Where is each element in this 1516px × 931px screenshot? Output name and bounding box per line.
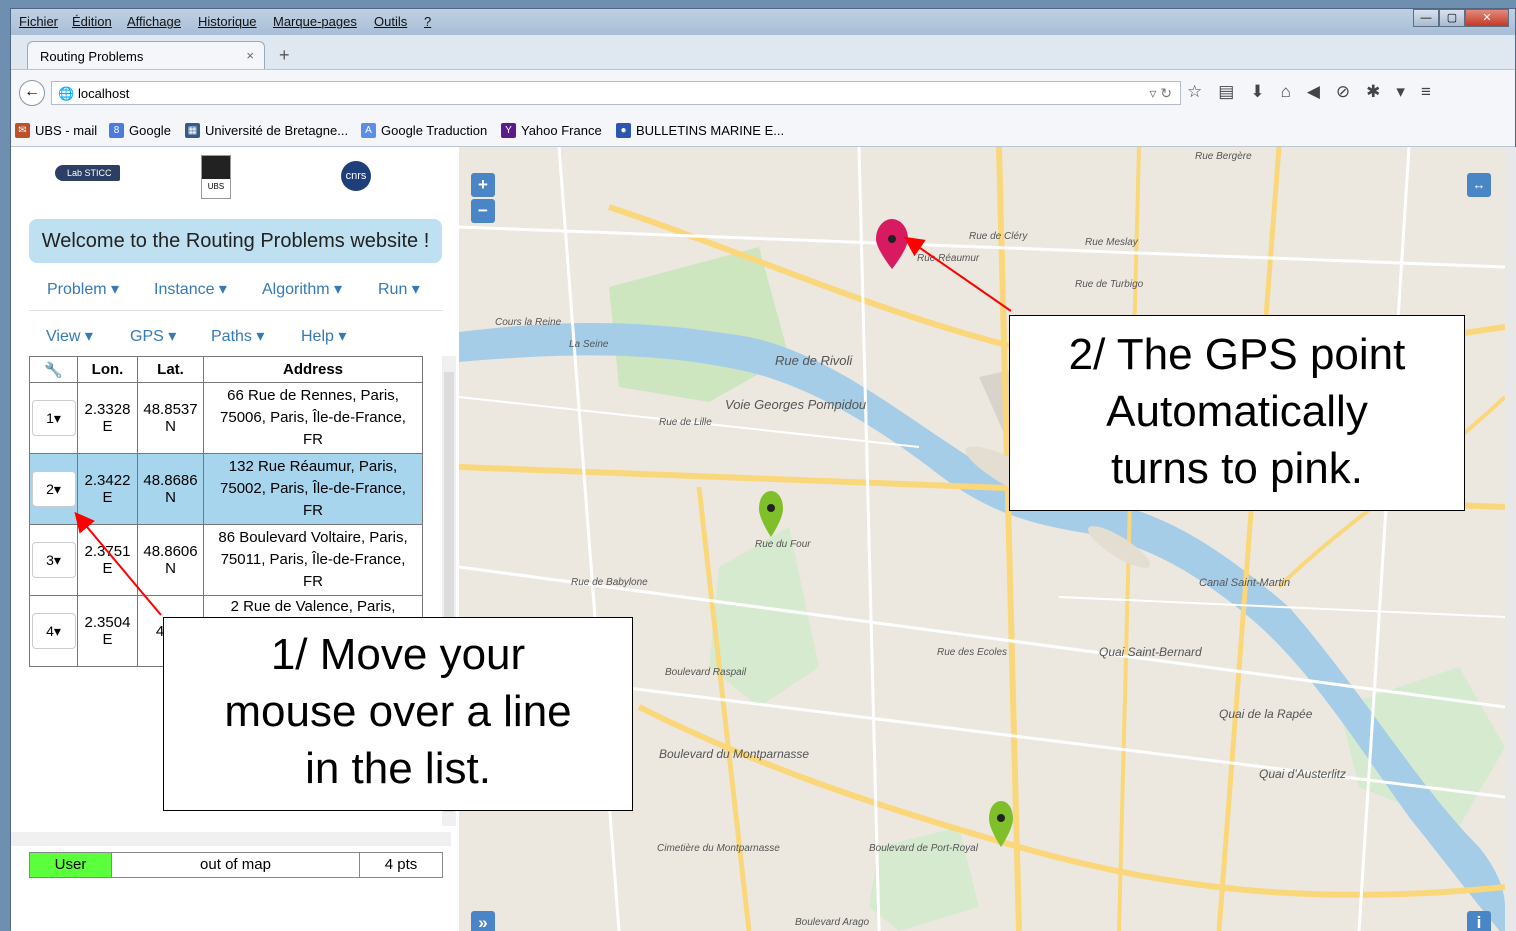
addon-icon[interactable]: ⊘ bbox=[1336, 82, 1350, 102]
row-menu-button[interactable]: 3▾ bbox=[31, 542, 76, 578]
google-icon: 8 bbox=[109, 123, 124, 138]
universite-icon: ▦ bbox=[185, 123, 200, 138]
col-address: Address bbox=[203, 356, 423, 383]
col-lat: Lat. bbox=[137, 356, 204, 383]
bookmark-universite[interactable]: ▦ Université de Bretagne... bbox=[185, 123, 348, 138]
table-row[interactable]: 3▾ 2.3751 E 48.8606 N 86 Boulevard Voltair… bbox=[29, 524, 423, 596]
dropdown-icon[interactable]: ▾ bbox=[1396, 82, 1405, 102]
address-cell: 132 Rue Réaumur, Paris, 75002, Paris, Île… bbox=[203, 453, 423, 525]
globe-icon: 🌐 bbox=[58, 86, 75, 101]
table-row-selected[interactable]: 2▾ 2.3422 E 48.8686 N 132 Rue Réaumur, Par… bbox=[29, 453, 423, 525]
labsticc-logo: Lab STICC bbox=[55, 165, 120, 181]
map-canvas bbox=[459, 147, 1505, 931]
url-text: localhost bbox=[78, 86, 130, 101]
menu-algorithm[interactable]: Algorithm ▾ bbox=[262, 279, 342, 299]
share-icon[interactable]: ◀ bbox=[1307, 82, 1320, 102]
tab-routing-problems[interactable]: Routing Problems × bbox=[27, 41, 265, 71]
hamburger-menu-icon[interactable]: ≡ bbox=[1421, 82, 1431, 102]
status-points: 4 pts bbox=[384, 856, 418, 873]
menu-outils[interactable]: Outils bbox=[374, 14, 407, 29]
table-header-row: 🔧 Lon. Lat. Address bbox=[29, 356, 423, 383]
menu-historique[interactable]: Historique bbox=[198, 14, 257, 29]
menu-view[interactable]: View ▾ bbox=[46, 326, 93, 346]
menu-help[interactable]: Help ▾ bbox=[301, 326, 346, 346]
window-controls: — ▢ ✕ bbox=[1413, 9, 1509, 27]
minimize-button[interactable]: — bbox=[1413, 9, 1439, 27]
lat-cell: 48.8686 N bbox=[137, 453, 204, 525]
map-view[interactable]: Rue Bergère Rue Réaumur Rue de Cléry Rue… bbox=[459, 147, 1505, 931]
browser-window: Fichier Édition Affichage Historique Mar… bbox=[10, 8, 1516, 931]
callout-step-two: 2/ The GPS point Automatically turns to … bbox=[1009, 315, 1465, 511]
status-user: User bbox=[30, 853, 112, 877]
expand-sidebar-icon[interactable]: » bbox=[471, 911, 495, 931]
menu-marque-pages[interactable]: Marque-pages bbox=[273, 14, 357, 29]
menu-help[interactable]: ? bbox=[424, 14, 431, 29]
table-row[interactable]: 1▾ 2.3328 E 48.8537 N 66 Rue de Rennes, Pa… bbox=[29, 382, 423, 454]
table-horizontal-scrollbar[interactable] bbox=[11, 832, 451, 846]
yahoo-icon: Y bbox=[501, 123, 516, 138]
bookmark-google-traduction[interactable]: A Google Traduction bbox=[361, 123, 487, 138]
wrench-icon: 🔧 bbox=[29, 356, 78, 383]
row-menu-button[interactable]: 4▾ bbox=[31, 613, 76, 649]
reading-list-icon[interactable]: ▤ bbox=[1218, 82, 1234, 102]
callout-step-one: 1/ Move your mouse over a line in the li… bbox=[163, 617, 633, 811]
ubs-icon: ✉ bbox=[15, 123, 30, 138]
url-bar[interactable]: 🌐 localhost ▿ ↻ bbox=[51, 81, 1181, 105]
info-icon[interactable]: i bbox=[1467, 911, 1491, 931]
zoom-out-button[interactable]: − bbox=[471, 199, 495, 223]
address-cell: 66 Rue de Rennes, Paris, 75006, Paris, Îl… bbox=[203, 382, 423, 454]
home-icon[interactable]: ⌂ bbox=[1281, 82, 1291, 102]
status-map: out of map bbox=[112, 853, 360, 877]
toolbar-icons: ☆ ▤ ⬇ ⌂ ◀ ⊘ ✱ ▾ ≡ bbox=[1187, 82, 1431, 102]
sidebar: Lab STICC UBS cnrs Welcome to the Routin… bbox=[11, 147, 459, 931]
row-menu-button[interactable]: 1▾ bbox=[31, 400, 76, 436]
status-bar: User out of map 4 pts bbox=[29, 852, 443, 878]
menu-gps[interactable]: GPS ▾ bbox=[130, 326, 176, 346]
reload-icon[interactable]: ▿ ↻ bbox=[1149, 85, 1172, 102]
menu-bar: Fichier Édition Affichage Historique Mar… bbox=[11, 9, 1515, 35]
lon-cell: 2.3328 E bbox=[77, 382, 138, 454]
bookmarks-bar: ✉ UBS - mail 8 Google ▦ Université de Breta… bbox=[11, 115, 1515, 147]
menu-divider bbox=[29, 310, 443, 311]
lat-cell: 48.8537 N bbox=[137, 382, 204, 454]
tab-close-icon[interactable]: × bbox=[246, 48, 254, 63]
row-menu-button[interactable]: 2▾ bbox=[31, 471, 76, 507]
back-arrow-icon[interactable]: ← bbox=[19, 80, 45, 106]
maximize-button[interactable]: ▢ bbox=[1439, 9, 1465, 27]
menu-edition[interactable]: Édition bbox=[72, 14, 112, 29]
menu-problem[interactable]: Problem ▾ bbox=[47, 279, 119, 299]
ubs-logo: UBS bbox=[201, 155, 231, 199]
menu-instance[interactable]: Instance ▾ bbox=[154, 279, 227, 299]
lon-cell: 2.3422 E bbox=[77, 453, 138, 525]
download-icon[interactable]: ⬇ bbox=[1250, 82, 1264, 102]
page-content: Lab STICC UBS cnrs Welcome to the Routin… bbox=[11, 147, 1516, 931]
tab-title: Routing Problems bbox=[40, 49, 144, 64]
navigation-bar: ← 🌐 localhost ▿ ↻ ☆ ▤ ⬇ ⌂ ◀ ⊘ ✱ ▾ ≡ bbox=[11, 69, 1515, 115]
new-tab-icon[interactable]: + bbox=[279, 45, 290, 66]
welcome-banner: Welcome to the Routing Problems website … bbox=[29, 219, 442, 263]
bookmark-yahoo[interactable]: Y Yahoo France bbox=[501, 123, 602, 138]
menu-paths[interactable]: Paths ▾ bbox=[211, 326, 264, 346]
tab-bar: Routing Problems × + bbox=[11, 35, 1515, 71]
lat-cell: 48.8606 N bbox=[137, 524, 204, 596]
expand-icon[interactable]: ↔ bbox=[1467, 173, 1491, 197]
col-lon: Lon. bbox=[77, 356, 138, 383]
page-scrollbar[interactable] bbox=[1505, 147, 1516, 931]
bulletins-icon: ● bbox=[616, 123, 631, 138]
cnrs-logo: cnrs bbox=[341, 161, 371, 191]
star-icon[interactable]: ☆ bbox=[1187, 82, 1202, 102]
bookmark-google[interactable]: 8 Google bbox=[109, 123, 171, 138]
address-cell: 86 Boulevard Voltaire, Paris, 75011, Pari… bbox=[203, 524, 423, 596]
translate-icon: A bbox=[361, 123, 376, 138]
lon-cell: 2.3504 E bbox=[77, 595, 138, 667]
menu-run[interactable]: Run ▾ bbox=[378, 279, 420, 299]
bookmark-ubs-mail[interactable]: ✉ UBS - mail bbox=[15, 123, 97, 138]
menu-affichage[interactable]: Affichage bbox=[127, 14, 181, 29]
extension-icon[interactable]: ✱ bbox=[1366, 82, 1380, 102]
zoom-in-button[interactable]: + bbox=[471, 173, 495, 197]
lon-cell: 2.3751 E bbox=[77, 524, 138, 596]
bookmark-bulletins[interactable]: ● BULLETINS MARINE E... bbox=[616, 123, 784, 138]
close-window-button[interactable]: ✕ bbox=[1465, 9, 1509, 27]
menu-fichier[interactable]: Fichier bbox=[19, 14, 58, 29]
